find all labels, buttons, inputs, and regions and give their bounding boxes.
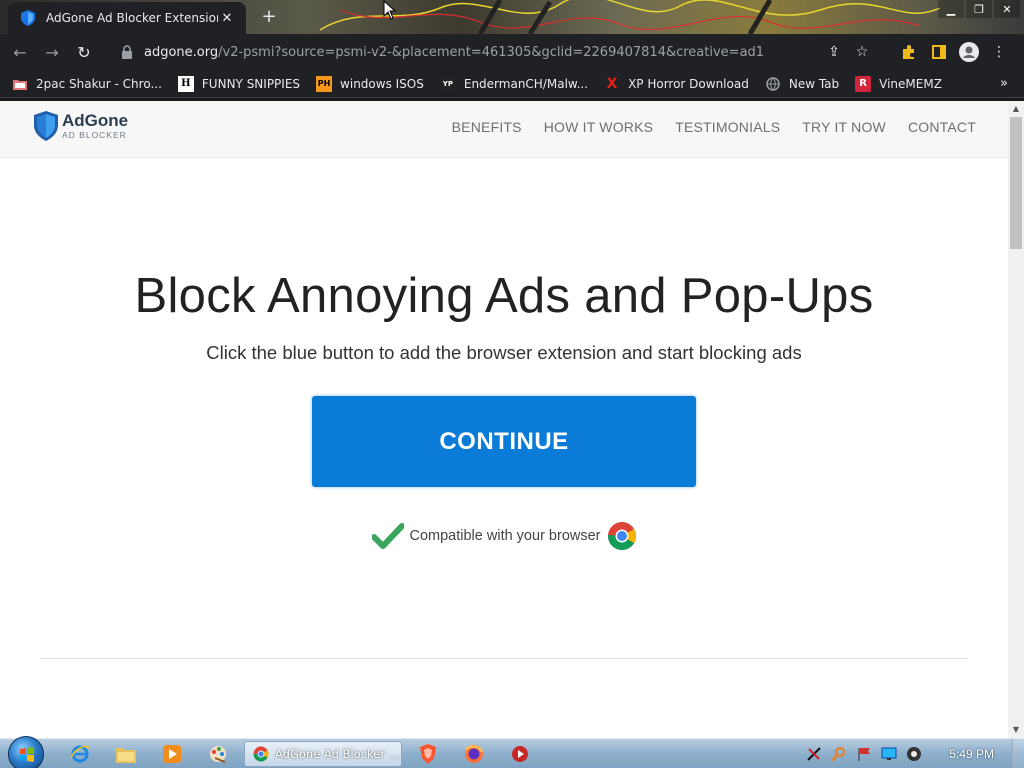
file-explorer-icon[interactable]	[106, 742, 146, 766]
tab-close-icon[interactable]: ✕	[218, 9, 236, 27]
side-panel-icon[interactable]	[924, 37, 954, 67]
brand-name: AdGone	[62, 111, 129, 131]
address-bar[interactable]: adgone.org/v2-psmi?source=psmi-v2-&place…	[108, 38, 884, 66]
back-arrow-icon[interactable]: ←	[4, 36, 36, 68]
hero-section: Block Annoying Ads and Pop-Ups Click the…	[0, 268, 1008, 551]
page-scrollbar[interactable]: ▲ ▼	[1008, 101, 1024, 738]
bookmark-label: 2pac Shakur - Chro...	[36, 76, 162, 91]
bookmark-item[interactable]: 2pac Shakur - Chro...	[12, 76, 162, 92]
continue-button[interactable]: CONTINUE	[312, 396, 696, 487]
bookmark-label: windows ISOS	[340, 76, 424, 91]
shield-logo-icon	[34, 111, 58, 141]
bookmark-item[interactable]: X XP Horror Download	[604, 76, 749, 92]
web-page: AdGone AD BLOCKER BENEFITS HOW IT WORKS …	[0, 101, 1008, 738]
new-tab-button[interactable]: +	[258, 7, 280, 29]
active-window-label: AdGone Ad Blocker ...	[275, 747, 400, 761]
chrome-logo-icon	[607, 522, 636, 550]
start-button[interactable]	[8, 736, 44, 768]
yp-icon: YP	[439, 75, 456, 92]
site-nav: BENEFITS HOW IT WORKS TESTIMONIALS TRY I…	[430, 119, 976, 135]
bookmark-item[interactable]: PH windows ISOS	[316, 75, 424, 92]
browser-toolbar: ← → ↻ adgone.org/v2-psmi?source=psmi-v2-…	[0, 34, 1024, 70]
bookmark-label: New Tab	[788, 76, 840, 91]
extensions-puzzle-icon[interactable]	[894, 37, 924, 67]
r-icon: R	[855, 75, 872, 92]
windows-taskbar: AdGone Ad Blocker ... 5:49 PM	[0, 736, 1024, 768]
scroll-up-arrow-icon[interactable]: ▲	[1008, 101, 1024, 117]
chrome-taskbar-icon	[253, 746, 269, 762]
url-host: adgone.org	[144, 44, 219, 60]
headline: Block Annoying Ads and Pop-Ups	[134, 269, 874, 323]
media-player-icon[interactable]	[152, 742, 192, 766]
show-desktop-button[interactable]	[1012, 739, 1024, 768]
checkmark-icon	[371, 523, 404, 549]
brave-icon[interactable]	[408, 742, 448, 766]
menu-kebab-icon[interactable]: ⋮	[984, 37, 1014, 67]
browser-titlebar: AdGone Ad Blocker Extension ✕ + ▁ ❐ ✕	[0, 0, 1024, 34]
close-window-icon[interactable]: ✕	[994, 0, 1020, 18]
nav-testimonials[interactable]: TESTIMONIALS	[675, 119, 780, 135]
nav-try-it-now[interactable]: TRY IT NOW	[802, 119, 886, 135]
bookmark-item[interactable]: R VineMEMZ	[855, 75, 942, 92]
section-divider	[40, 658, 968, 659]
scrollbar-thumb[interactable]	[1010, 117, 1022, 249]
firefox-icon[interactable]	[454, 742, 494, 766]
taskbar-clock[interactable]: 5:49 PM	[949, 747, 994, 761]
h-icon: H	[177, 75, 194, 92]
compat-text: Compatible with your browser	[409, 528, 601, 544]
mouse-cursor-icon	[383, 0, 397, 20]
bookmarks-overflow-icon[interactable]: »	[1000, 76, 1008, 91]
url-path: /v2-psmi?source=psmi-v2-&placement=46130…	[218, 44, 765, 60]
reload-icon[interactable]: ↻	[68, 36, 100, 68]
minimize-icon[interactable]: ▁	[938, 0, 964, 18]
scroll-down-arrow-icon[interactable]: ▼	[1008, 722, 1024, 738]
share-icon[interactable]: ⇪	[820, 42, 848, 62]
x-icon: X	[606, 75, 618, 92]
site-logo[interactable]: AdGone AD BLOCKER	[34, 111, 128, 141]
media-record-icon[interactable]	[500, 742, 540, 766]
globe-icon	[765, 76, 781, 92]
bookmark-label: XP Horror Download	[628, 76, 749, 91]
taskbar-active-chrome-window[interactable]: AdGone Ad Blocker ...	[244, 741, 402, 767]
compatibility-note: Compatible with your browser	[0, 521, 1008, 551]
nav-how-it-works[interactable]: HOW IT WORKS	[544, 119, 653, 135]
hero-subtitle: Click the blue button to add the browser…	[206, 342, 802, 363]
volume-icon[interactable]	[902, 744, 926, 764]
bookmark-item[interactable]: New Tab	[765, 76, 839, 92]
browser-tab[interactable]: AdGone Ad Blocker Extension ✕	[8, 2, 246, 34]
system-tray: 5:49 PM	[802, 739, 1024, 768]
bookmark-label: FUNNY SNIPPIES	[201, 76, 301, 91]
ph-icon: PH	[316, 75, 333, 92]
internet-explorer-icon[interactable]	[60, 742, 100, 766]
bookmark-item[interactable]: H FUNNY SNIPPIES	[177, 75, 301, 92]
maximize-icon[interactable]: ❐	[966, 0, 992, 18]
nav-benefits[interactable]: BENEFITS	[452, 119, 522, 135]
bookmark-label: VineMEMZ	[879, 76, 942, 91]
shield-favicon-icon	[20, 10, 36, 26]
bookmarks-bar: 2pac Shakur - Chro... H FUNNY SNIPPIES P…	[0, 70, 1024, 98]
bookmark-label: EndermanCH/Malw...	[463, 76, 589, 91]
search-tray-icon[interactable]	[827, 744, 851, 764]
site-header: AdGone AD BLOCKER BENEFITS HOW IT WORKS …	[0, 101, 1008, 158]
folder-icon	[12, 76, 28, 92]
forward-arrow-icon[interactable]: →	[36, 36, 68, 68]
nav-contact[interactable]: CONTACT	[908, 119, 976, 135]
profile-avatar-icon[interactable]	[954, 37, 984, 67]
paint-icon[interactable]	[198, 742, 238, 766]
bookmark-item[interactable]: YP EndermanCH/Malw...	[439, 75, 589, 92]
bookmark-star-icon[interactable]: ☆	[848, 42, 876, 62]
no-network-icon[interactable]	[802, 744, 826, 764]
lock-icon	[122, 45, 132, 59]
brand-subtitle: AD BLOCKER	[62, 130, 127, 141]
tab-title: AdGone Ad Blocker Extension	[46, 11, 218, 25]
windows-flag-icon	[20, 747, 34, 762]
display-icon[interactable]	[877, 744, 901, 764]
window-controls: ▁ ❐ ✕	[936, 0, 1020, 18]
flag-icon[interactable]	[852, 744, 876, 764]
